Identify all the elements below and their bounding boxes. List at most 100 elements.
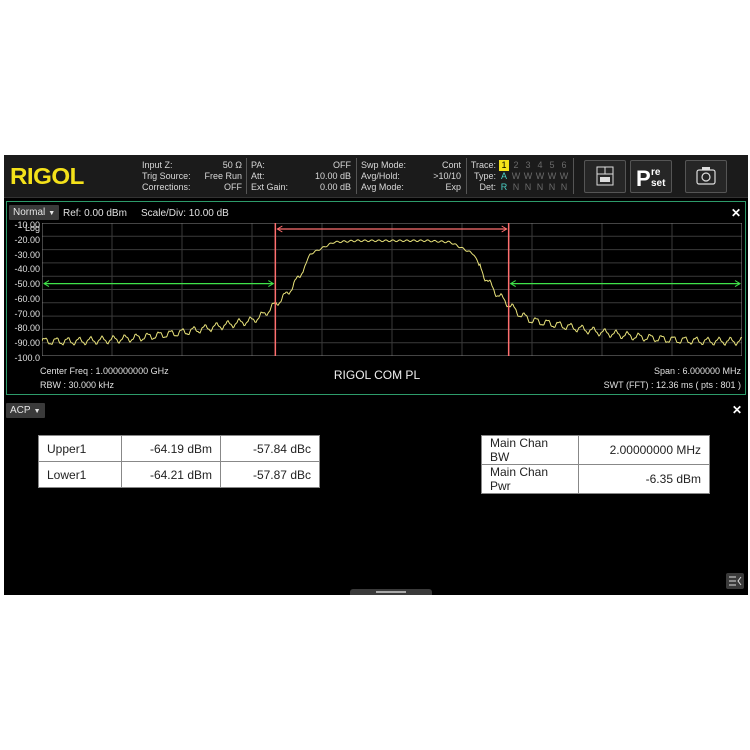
screenshot-button[interactable] — [685, 160, 727, 193]
svg-text:P: P — [636, 166, 651, 191]
y-tick-label: -60.00 — [14, 293, 40, 304]
sweep-time[interactable]: SWT (FFT) : 12.36 ms ( pts : 801 ) — [604, 380, 741, 390]
trace-3[interactable]: 3 — [523, 160, 533, 171]
corrections-value: OFF — [224, 182, 242, 192]
trace-6[interactable]: 6 — [559, 160, 569, 171]
trace-type-4: W — [535, 171, 545, 181]
table-cell: -57.84 dBc — [220, 435, 320, 462]
menu-collapse-button[interactable] — [726, 573, 744, 589]
y-tick-label: -90.00 — [14, 338, 40, 349]
att-label: Att: — [251, 171, 265, 181]
close-icon[interactable]: ✕ — [732, 403, 742, 417]
det-label: Det: — [479, 182, 496, 192]
table-cell: Lower1 — [38, 461, 122, 488]
avg-hold-value: >10/10 — [433, 171, 461, 181]
y-tick-label: -20.00 — [14, 234, 40, 245]
analyzer-screen: RIGOL Input Z: 50 Ω Trig Source: Free Run … — [4, 155, 748, 595]
ext-gain-value: 0.00 dB — [319, 182, 351, 192]
table-cell: 2.00000000 MHz — [578, 435, 710, 465]
acp-window[interactable]: ACP ▼ ✕ Upper1 -64.19 dBm -57.84 dBc Lowe… — [4, 399, 748, 595]
table-cell: -64.19 dBm — [121, 435, 221, 462]
trace-det-1: R — [500, 182, 508, 192]
y-tick-label: -40.00 — [14, 264, 40, 275]
pa-label: PA: — [251, 160, 265, 170]
status-bar: RIGOL Input Z: 50 Ω Trig Source: Free Run … — [4, 155, 748, 198]
trace-2[interactable]: 2 — [511, 160, 521, 171]
table-cell: Main Chan Pwr — [481, 464, 579, 494]
spectrum-window[interactable]: Normal ▼ Ref: 0.00 dBm Scale/Div: 10.00 d… — [6, 201, 746, 395]
measurement-value: ACP — [10, 405, 31, 416]
chevron-down-icon: ▼ — [48, 210, 56, 217]
preset-button[interactable]: P re set — [630, 160, 672, 193]
rigol-logo: RIGOL — [10, 163, 84, 189]
view-button[interactable] — [584, 160, 626, 193]
trace-det-6: N — [560, 182, 568, 192]
camera-icon — [696, 167, 716, 185]
y-tick-label: -30.00 — [14, 249, 40, 260]
watermark-text: RIGOL COM PL — [333, 368, 421, 382]
chevron-down-icon: ▼ — [33, 408, 41, 415]
y-tick-label: -10.00 — [14, 220, 40, 230]
table-row: Main Chan Pwr -6.35 dBm — [481, 464, 710, 494]
scale-div[interactable]: Scale/Div: 10.00 dB — [141, 208, 229, 219]
table-row: Lower1 -64.21 dBm -57.87 dBc — [38, 461, 320, 488]
separator — [246, 158, 247, 194]
trace-det-5: N — [548, 182, 556, 192]
menu-collapse-icon — [729, 576, 742, 586]
rbw[interactable]: RBW : 30.000 kHz — [40, 380, 114, 390]
span[interactable]: Span : 6.000000 MHz — [654, 366, 741, 376]
spectrum-plot[interactable] — [42, 223, 742, 356]
table-cell: Upper1 — [38, 435, 122, 462]
panel-drag-handle[interactable] — [350, 589, 432, 595]
input-z-label: Input Z: — [142, 160, 173, 170]
att-value: 10.00 dB — [314, 171, 351, 181]
trace-4[interactable]: 4 — [535, 160, 545, 171]
trace-type-3: W — [523, 171, 533, 181]
separator — [573, 158, 574, 194]
adjacent-channel-table: Upper1 -64.19 dBm -57.84 dBc Lower1 -64.… — [38, 435, 320, 488]
status-group-sweep[interactable]: Swp Mode: Cont Avg/Hold: >10/10 Avg Mode: E… — [361, 160, 461, 193]
status-group-amplitude[interactable]: PA: OFF Att: 10.00 dB Ext Gain: 0.00 dB — [251, 160, 351, 193]
trace-type-2: W — [511, 171, 521, 181]
trig-source-value: Free Run — [204, 171, 242, 181]
close-icon[interactable]: ✕ — [731, 206, 741, 220]
trace-type-1: A — [500, 171, 507, 181]
measurement-dropdown[interactable]: ACP ▼ — [6, 403, 45, 418]
trace-det-4: N — [536, 182, 544, 192]
trace-5[interactable]: 5 — [547, 160, 557, 171]
table-cell: -57.87 dBc — [220, 461, 320, 488]
avg-mode-value: Exp — [445, 182, 461, 192]
view-icon — [596, 166, 614, 186]
trace-type-6: W — [559, 171, 569, 181]
svg-text:re: re — [651, 167, 661, 178]
swp-mode-value: Cont — [441, 160, 461, 170]
trace-label: Trace: — [470, 160, 496, 170]
type-label: Type: — [473, 171, 496, 181]
ext-gain-label: Ext Gain: — [251, 182, 289, 192]
trig-source-label: Trig Source: — [142, 171, 191, 181]
swp-mode-label: Swp Mode: — [361, 160, 407, 170]
ref-level[interactable]: Ref: 0.00 dBm — [63, 208, 127, 219]
y-tick-label: -100.0 — [14, 353, 40, 363]
table-row: Upper1 -64.19 dBm -57.84 dBc — [38, 435, 320, 462]
y-tick-label: -80.00 — [14, 323, 40, 334]
input-z-value: 50 Ω — [222, 160, 242, 170]
trace-det-2: N — [512, 182, 520, 192]
trace-det-3: N — [524, 182, 532, 192]
preset-icon: P re set — [636, 166, 666, 191]
table-cell: Main Chan BW — [481, 435, 579, 465]
y-tick-label: -50.00 — [14, 279, 40, 290]
trace-status[interactable]: Trace: 1 2 3 4 5 6 Type: A W W W W W Det… — [470, 160, 568, 193]
trace-1[interactable]: 1 — [499, 160, 509, 171]
separator — [356, 158, 357, 194]
main-channel-table: Main Chan BW 2.00000000 MHz Main Chan Pw… — [481, 435, 710, 494]
corrections-label: Corrections: — [142, 182, 191, 192]
center-freq[interactable]: Center Freq : 1.000000000 GHz — [40, 366, 169, 376]
svg-text:set: set — [651, 178, 666, 189]
y-axis: Log -10.00 -20.00 -30.00 -40.00 -50.00 -60.00… — [7, 202, 40, 363]
pa-value: OFF — [333, 160, 351, 170]
status-group-input[interactable]: Input Z: 50 Ω Trig Source: Free Run Correc… — [142, 160, 242, 193]
avg-hold-label: Avg/Hold: — [361, 171, 400, 181]
table-cell: -6.35 dBm — [578, 464, 710, 494]
trace-type-5: W — [547, 171, 557, 181]
